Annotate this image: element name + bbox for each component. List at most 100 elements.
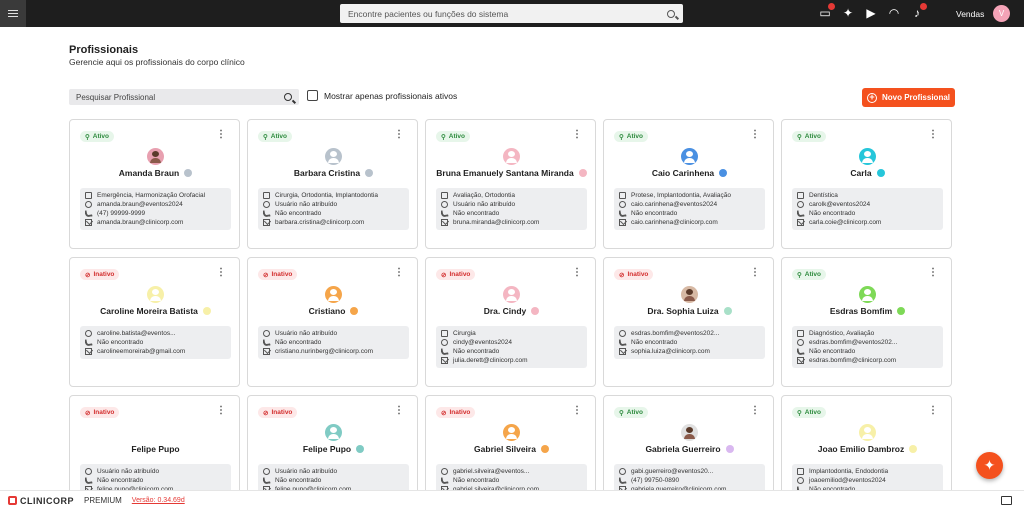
professional-name: Bruna Emanuely Santana Miranda (436, 168, 574, 178)
search-icon[interactable] (284, 93, 292, 101)
mail-icon (619, 348, 626, 355)
play-icon[interactable]: ▶ (864, 6, 878, 20)
phone-icon (619, 476, 627, 485)
professional-name: Barbara Cristina (293, 168, 361, 178)
user-icon (441, 201, 448, 208)
more-options-icon[interactable]: ⋮ (216, 130, 226, 140)
specialty-icon (797, 192, 804, 199)
avatar (681, 424, 698, 441)
top-bar: Encontre pacientes ou funções do sistema… (0, 0, 1024, 27)
specialty-icon (797, 468, 804, 475)
active-only-checkbox[interactable] (307, 90, 318, 101)
logo-mark-icon (8, 496, 17, 505)
info-line: (47) 99999-9999 (85, 209, 226, 218)
professional-name: Dra. Sophia Luiza (647, 306, 719, 316)
more-options-icon[interactable]: ⋮ (394, 406, 404, 416)
info-line: Não encontrado (263, 338, 404, 347)
specialty-icon (263, 192, 270, 199)
footer: CLINICORP PREMIUM Versão: 0.34.69d (0, 490, 1024, 510)
info-line: caio.carinhena@clinicorp.com (619, 218, 760, 227)
active-only-label: Mostrar apenas profissionais ativos (324, 90, 458, 101)
professional-card[interactable]: ⚲ Ativo ⋮ Barbara Cristina Cirurgia, Ortodon… (247, 119, 418, 249)
professional-name: Gabriela Guerreiro (645, 444, 721, 454)
professional-name: Joao Emilio Dambroz (817, 444, 905, 454)
info-text: caroline.batista@eventos... (97, 330, 176, 337)
info-line: cindy@eventos2024 (441, 338, 582, 347)
info-line: Dentística (797, 191, 938, 200)
hamburger-menu-icon[interactable] (0, 0, 26, 27)
more-options-icon[interactable]: ⋮ (572, 130, 582, 140)
page-subtitle: Gerencie aqui os profissionais do corpo … (69, 57, 245, 67)
professional-card[interactable]: ⚲ Ativo ⋮ Caio Carinhena Protese, Implantodo… (603, 119, 774, 249)
headset-icon[interactable]: ◠ (887, 6, 901, 20)
chat-icon[interactable] (1001, 496, 1012, 505)
color-dot (540, 445, 549, 453)
more-options-icon[interactable]: ⋮ (928, 406, 938, 416)
info-text: esdras.bomfim@eventos202... (809, 339, 898, 346)
professional-card[interactable]: ⚲ Ativo ⋮ Amanda Braun Emergência, Harmoniza… (69, 119, 240, 249)
professional-search-input[interactable]: Pesquisar Profissional (69, 89, 299, 105)
info-line: gabriel.silveira@eventos... (441, 467, 582, 476)
status-label: Ativo (804, 409, 822, 416)
info-line: Não encontrado (619, 209, 760, 218)
user-icon (85, 468, 92, 475)
status-badge: ⚲ Ativo (436, 131, 471, 142)
bell-icon[interactable]: ♪ (910, 3, 927, 20)
sparkle-icon[interactable]: ✦ (841, 6, 855, 20)
status-label: Inativo (627, 271, 649, 278)
more-options-icon[interactable]: ⋮ (572, 406, 582, 416)
more-options-icon[interactable]: ⋮ (216, 406, 226, 416)
tv-icon[interactable]: ▭ (818, 3, 835, 20)
mail-icon (85, 219, 92, 226)
professional-name: Felipe Pupo (131, 444, 180, 454)
person-active-icon: ⚲ (85, 133, 90, 141)
avatar (147, 424, 164, 441)
professional-card[interactable]: ⊘ Inativo ⋮ Dra. Cindy Cirurgia cindy@eventos… (425, 257, 596, 387)
user-icon (619, 201, 626, 208)
global-search-input[interactable]: Encontre pacientes ou funções do sistema (340, 4, 683, 23)
info-text: Usuário não atribuído (453, 201, 516, 208)
more-options-icon[interactable]: ⋮ (750, 268, 760, 278)
info-text: amanda.braun@eventos2024 (97, 201, 183, 208)
avatar (503, 148, 520, 165)
user-icon (441, 468, 448, 475)
avatar (325, 148, 342, 165)
avatar (859, 148, 876, 165)
status-badge: ⊘ Inativo (258, 407, 298, 418)
status-label: Inativo (271, 409, 293, 416)
info-line: Protese, Implantodontia, Avaliação (619, 191, 760, 200)
search-icon[interactable] (667, 9, 675, 18)
more-options-icon[interactable]: ⋮ (216, 268, 226, 278)
info-line: cristiano.nurinberg@clinicorp.com (263, 347, 404, 356)
info-line: Não encontrado (441, 209, 582, 218)
user-avatar[interactable]: V (993, 5, 1010, 22)
avatar (859, 286, 876, 303)
professional-card[interactable]: ⊘ Inativo ⋮ Cristiano Usuário não atribuído N… (247, 257, 418, 387)
store-name[interactable]: Vendas (956, 9, 984, 19)
more-options-icon[interactable]: ⋮ (394, 268, 404, 278)
info-text: sophia.luiza@clinicorp.com (631, 348, 710, 355)
new-professional-button[interactable]: + Novo Profissional (862, 88, 955, 107)
version-link[interactable]: Versão: 0.34.69d (132, 497, 185, 504)
more-options-icon[interactable]: ⋮ (928, 130, 938, 140)
info-line: Diagnóstico, Avaliação (797, 329, 938, 338)
user-icon (797, 339, 804, 346)
professional-name: Cristiano (308, 306, 346, 316)
more-options-icon[interactable]: ⋮ (394, 130, 404, 140)
professional-card[interactable]: ⚲ Ativo ⋮ Bruna Emanuely Santana Miranda Ava… (425, 119, 596, 249)
status-label: Inativo (449, 409, 471, 416)
info-line: Cirurgia, Ortodontia, Implantodontia (263, 191, 404, 200)
assistant-fab-icon[interactable]: ✦ (976, 452, 1003, 479)
professional-card[interactable]: ⊘ Inativo ⋮ Dra. Sophia Luiza esdras.bomfim@… (603, 257, 774, 387)
status-badge: ⊘ Inativo (258, 269, 298, 280)
active-only-toggle[interactable]: Mostrar apenas profissionais ativos (307, 90, 457, 101)
more-options-icon[interactable]: ⋮ (572, 268, 582, 278)
user-icon (85, 330, 92, 337)
more-options-icon[interactable]: ⋮ (750, 130, 760, 140)
professional-card[interactable]: ⚲ Ativo ⋮ Esdras Bomfim Diagnóstico, Avaliaç… (781, 257, 952, 387)
professional-card[interactable]: ⊘ Inativo ⋮ Caroline Moreira Batista carolin… (69, 257, 240, 387)
more-options-icon[interactable]: ⋮ (750, 406, 760, 416)
info-text: Usuário não atribuído (97, 468, 160, 475)
more-options-icon[interactable]: ⋮ (928, 268, 938, 278)
professional-card[interactable]: ⚲ Ativo ⋮ Carla Dentística carolk@eventos2024… (781, 119, 952, 249)
